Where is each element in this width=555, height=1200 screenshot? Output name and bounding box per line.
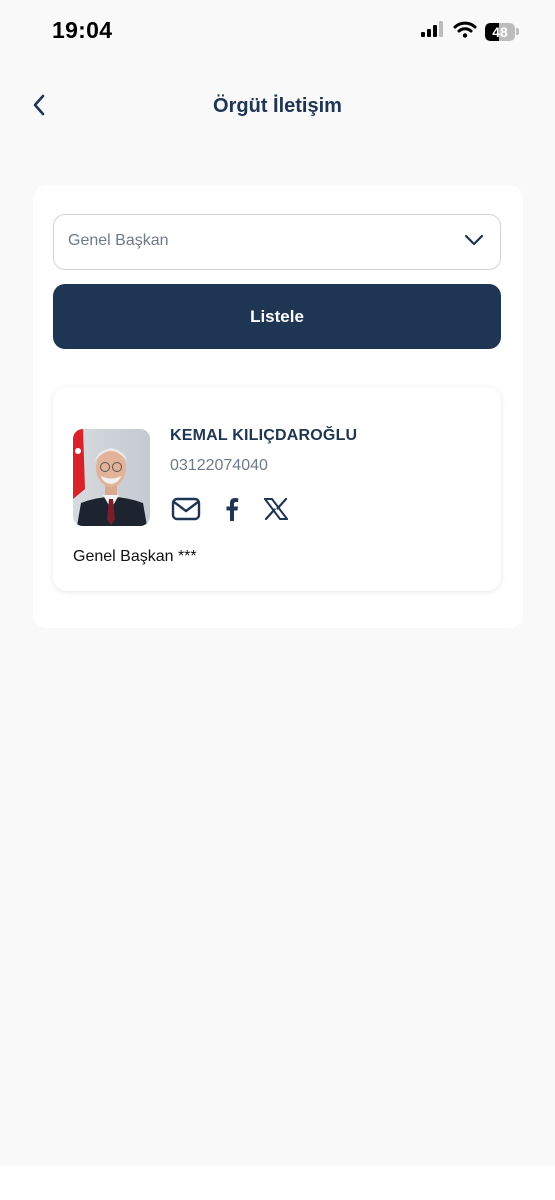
position-select[interactable]: Genel Başkan <box>53 214 501 270</box>
facebook-icon[interactable] <box>216 493 248 525</box>
battery-icon: 48 <box>485 22 519 41</box>
avatar <box>73 429 150 526</box>
battery-level: 48 <box>492 23 508 40</box>
bottom-safe-area <box>0 1166 555 1200</box>
contact-phone[interactable]: 03122074040 <box>170 457 268 475</box>
cellular-signal-icon <box>421 21 445 42</box>
chevron-down-icon <box>464 233 484 252</box>
status-bar: 19:04 48 <box>0 0 555 60</box>
nav-header: Örgüt İletişim <box>0 80 555 136</box>
wifi-icon <box>453 20 477 43</box>
list-button[interactable]: Listele <box>53 284 501 349</box>
contact-position: Genel Başkan *** <box>73 548 197 565</box>
x-icon[interactable] <box>260 493 292 525</box>
contact-name: KEMAL KILIÇDAROĞLU <box>170 427 358 444</box>
mail-icon[interactable] <box>170 493 202 525</box>
status-icons: 48 <box>421 20 519 43</box>
status-time: 19:04 <box>52 17 113 43</box>
social-links <box>170 493 292 525</box>
contact-card[interactable]: KEMAL KILIÇDAROĞLU 03122074040 Genel Baş… <box>53 387 501 591</box>
filter-card: Genel Başkan Listele KEMAL KILIÇDAROĞLU … <box>33 185 523 628</box>
position-select-value: Genel Başkan <box>68 232 169 249</box>
page-title: Örgüt İletişim <box>213 95 342 117</box>
